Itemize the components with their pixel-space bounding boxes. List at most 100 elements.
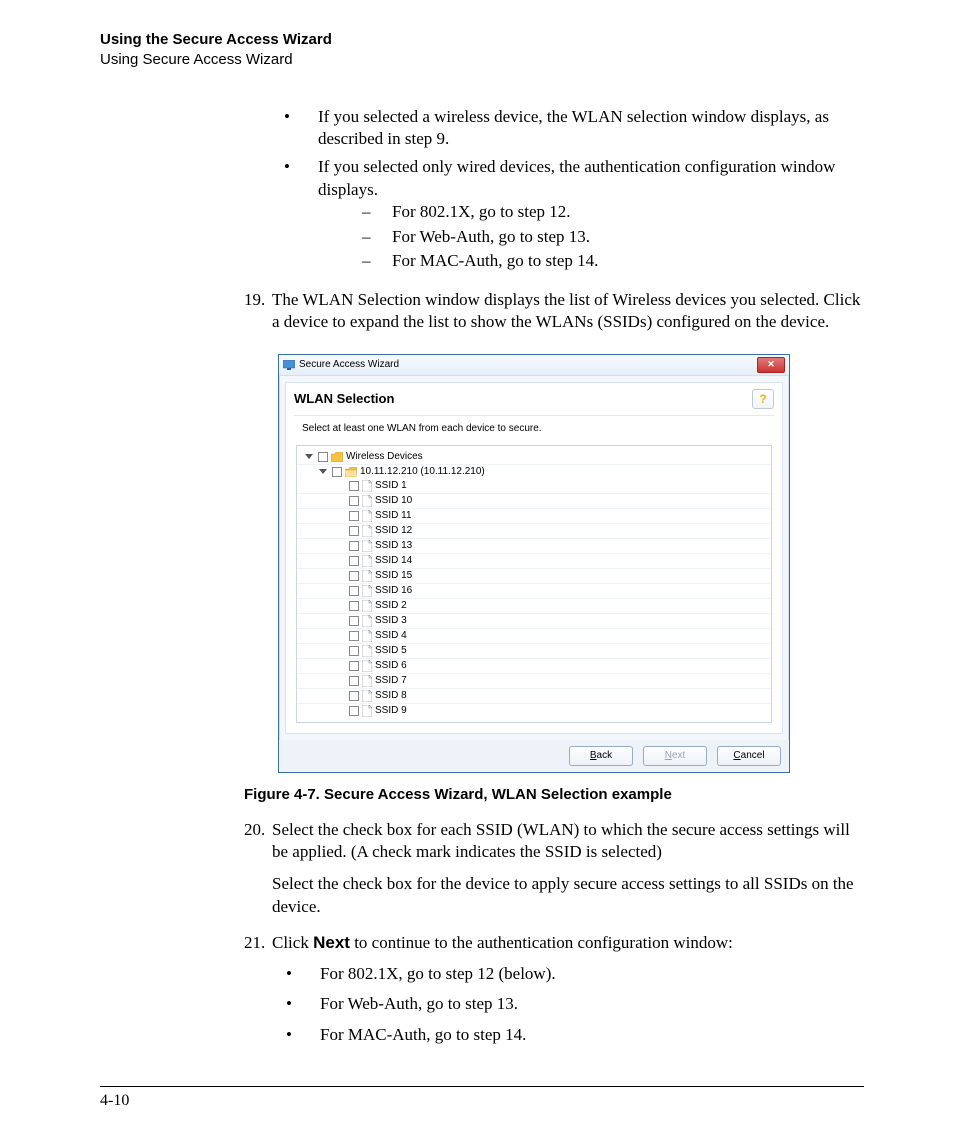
tree-label: SSID 6 xyxy=(375,659,407,672)
cancel-button[interactable]: Cancel xyxy=(717,746,781,766)
tree-row-ssid[interactable]: SSID 10 xyxy=(297,493,771,508)
tree-row-root[interactable]: Wireless Devices xyxy=(297,450,771,464)
tree-label: SSID 2 xyxy=(375,599,407,612)
tree-row-ssid[interactable]: SSID 2 xyxy=(297,598,771,613)
sub-bullet-text: For 802.1X, go to step 12. xyxy=(392,201,571,223)
tree-row-ssid[interactable]: SSID 3 xyxy=(297,613,771,628)
tree-row-device[interactable]: 10.11.12.210 (10.11.12.210) xyxy=(297,464,771,479)
step-text: The WLAN Selection window displays the l… xyxy=(272,289,864,334)
tree-label: SSID 7 xyxy=(375,674,407,687)
expand-icon[interactable] xyxy=(319,469,327,474)
checkbox[interactable] xyxy=(349,511,359,521)
checkbox[interactable] xyxy=(349,586,359,596)
checkbox[interactable] xyxy=(349,676,359,686)
back-button[interactable]: Back xyxy=(569,746,633,766)
tree-label: SSID 3 xyxy=(375,614,407,627)
tree-row-ssid[interactable]: SSID 15 xyxy=(297,568,771,583)
sub-bullet-text: For Web-Auth, go to step 13. xyxy=(320,993,518,1015)
tree-label: SSID 5 xyxy=(375,644,407,657)
file-icon xyxy=(362,570,372,582)
tree-label: SSID 13 xyxy=(375,539,412,552)
tree-label: SSID 14 xyxy=(375,554,412,567)
help-button[interactable]: ? xyxy=(752,389,774,409)
tree-row-ssid[interactable]: SSID 8 xyxy=(297,688,771,703)
step-number: 19. xyxy=(244,289,272,334)
checkbox[interactable] xyxy=(318,452,328,462)
next-button[interactable]: Next xyxy=(643,746,707,766)
sub-bullet-text: For MAC-Auth, go to step 14. xyxy=(320,1024,526,1046)
bullet-text: If you selected a wireless device, the W… xyxy=(318,106,864,151)
file-icon xyxy=(362,495,372,507)
tree-label: SSID 11 xyxy=(375,509,412,522)
checkbox[interactable] xyxy=(349,526,359,536)
folder-icon xyxy=(331,452,343,462)
monitor-icon xyxy=(283,360,295,370)
tree-label: SSID 4 xyxy=(375,629,407,642)
file-icon xyxy=(362,480,372,492)
wizard-title: Secure Access Wizard xyxy=(299,358,399,371)
bullet-icon: • xyxy=(272,1024,320,1046)
tree-label: SSID 12 xyxy=(375,524,412,537)
tree-row-ssid[interactable]: SSID 6 xyxy=(297,658,771,673)
tree-label: SSID 16 xyxy=(375,584,412,597)
tree-row-ssid[interactable]: SSID 16 xyxy=(297,583,771,598)
file-icon xyxy=(362,675,372,687)
checkbox[interactable] xyxy=(332,467,342,477)
checkbox[interactable] xyxy=(349,661,359,671)
tree-row-ssid[interactable]: SSID 11 xyxy=(297,508,771,523)
checkbox[interactable] xyxy=(349,691,359,701)
figure-wizard: Secure Access Wizard ✕ WLAN Selection ? … xyxy=(278,354,864,773)
tree-label: SSID 1 xyxy=(375,479,407,492)
file-icon xyxy=(362,540,372,552)
file-icon xyxy=(362,630,372,642)
checkbox[interactable] xyxy=(349,481,359,491)
step-text: Click Next to continue to the authentica… xyxy=(272,932,864,954)
expand-icon[interactable] xyxy=(305,454,313,459)
figure-caption: Figure 4-7. Secure Access Wizard, WLAN S… xyxy=(244,785,864,805)
checkbox[interactable] xyxy=(349,601,359,611)
checkbox[interactable] xyxy=(349,556,359,566)
page-number: 4-10 xyxy=(100,1090,129,1111)
tree-row-ssid[interactable]: SSID 9 xyxy=(297,703,771,718)
step-text: Select the check box for each SSID (WLAN… xyxy=(272,819,864,864)
tree-label: Wireless Devices xyxy=(346,450,423,463)
help-icon: ? xyxy=(758,392,768,406)
checkbox[interactable] xyxy=(349,616,359,626)
close-button[interactable]: ✕ xyxy=(757,357,785,373)
checkbox[interactable] xyxy=(349,496,359,506)
tree-row-ssid[interactable]: SSID 13 xyxy=(297,538,771,553)
bullet-icon: • xyxy=(272,993,320,1015)
checkbox[interactable] xyxy=(349,631,359,641)
tree-label: 10.11.12.210 (10.11.12.210) xyxy=(360,465,485,478)
step-text: Select the check box for the device to a… xyxy=(272,873,864,918)
tree-row-ssid[interactable]: SSID 4 xyxy=(297,628,771,643)
checkbox[interactable] xyxy=(349,541,359,551)
tree-row-ssid[interactable]: SSID 7 xyxy=(297,673,771,688)
folder-open-icon xyxy=(345,467,357,477)
checkbox[interactable] xyxy=(349,706,359,716)
bullet-icon: • xyxy=(270,106,318,151)
file-icon xyxy=(362,705,372,717)
file-icon xyxy=(362,585,372,597)
file-icon xyxy=(362,600,372,612)
bullet-list-top: • If you selected a wireless device, the… xyxy=(270,106,864,275)
sub-bullet-text: For 802.1X, go to step 12 (below). xyxy=(320,963,556,985)
file-icon xyxy=(362,525,372,537)
file-icon xyxy=(362,555,372,567)
tree-label: SSID 10 xyxy=(375,494,412,507)
bullet-icon: • xyxy=(270,156,318,274)
step-number: 21. xyxy=(244,932,272,1050)
wlan-tree: Wireless Devices 10.11.12.210 (10.11.12.… xyxy=(296,445,772,723)
tree-row-ssid[interactable]: SSID 5 xyxy=(297,643,771,658)
bullet-icon: • xyxy=(272,963,320,985)
page-header-subtitle: Using Secure Access Wizard xyxy=(100,50,864,70)
checkbox[interactable] xyxy=(349,646,359,656)
tree-row-ssid[interactable]: SSID 1 xyxy=(297,479,771,493)
tree-row-ssid[interactable]: SSID 14 xyxy=(297,553,771,568)
tree-row-ssid[interactable]: SSID 12 xyxy=(297,523,771,538)
tree-label: SSID 15 xyxy=(375,569,412,582)
file-icon xyxy=(362,660,372,672)
sub-bullet-text: For Web-Auth, go to step 13. xyxy=(392,226,590,248)
checkbox[interactable] xyxy=(349,571,359,581)
sub-bullet-text: For MAC-Auth, go to step 14. xyxy=(392,250,598,272)
